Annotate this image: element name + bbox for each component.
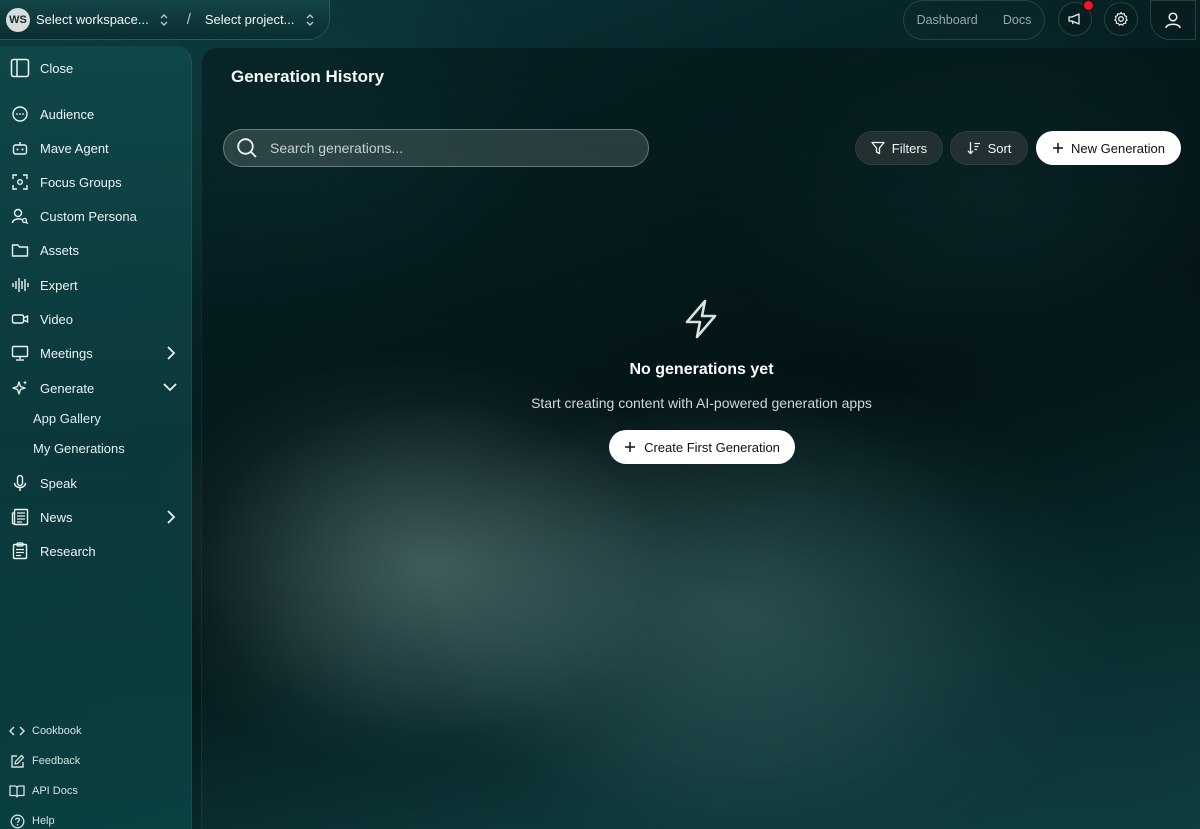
sidebar-item-label: Video xyxy=(40,311,74,327)
footer-link-feedback[interactable]: Feedback xyxy=(8,751,80,771)
sidebar-item-assets[interactable]: Assets xyxy=(10,237,182,263)
sidebar-item-label: Generate xyxy=(40,380,95,396)
chevron-down-icon[interactable] xyxy=(162,380,178,394)
edit-icon xyxy=(8,754,26,769)
sidebar-subitem-my-generations[interactable]: My Generations xyxy=(33,441,125,456)
workspace-avatar[interactable]: WS xyxy=(6,7,30,32)
sort-label: Sort xyxy=(987,140,1012,156)
sidebar-subitem-app-gallery[interactable]: App Gallery xyxy=(33,411,101,426)
search-icon xyxy=(236,137,258,159)
workspace-select[interactable]: Select workspace... xyxy=(36,12,149,27)
sidebar-item-generate[interactable]: Generate xyxy=(10,375,182,401)
focus-icon xyxy=(10,172,30,192)
plus-icon xyxy=(1052,142,1064,154)
main-panel: Generation History Filters Sort New Gene… xyxy=(201,48,1200,829)
sidebar-panel-icon xyxy=(10,58,30,78)
chat-bubble-icon xyxy=(10,104,30,124)
person-search-icon xyxy=(10,206,30,226)
folder-icon xyxy=(10,240,30,260)
nav-dashboard-link[interactable]: Dashboard xyxy=(917,13,978,27)
filters-button[interactable]: Filters xyxy=(855,131,943,165)
newspaper-icon xyxy=(10,507,30,527)
announcements-button[interactable] xyxy=(1058,0,1094,36)
user-menu-button[interactable] xyxy=(1150,0,1196,40)
empty-state-title: No generations yet xyxy=(629,361,774,378)
filters-label: Filters xyxy=(891,140,928,156)
empty-state-subtitle: Start creating content with AI-powered g… xyxy=(531,395,872,411)
sidebar-item-label: Assets xyxy=(40,242,80,258)
sidebar-item-mave-agent[interactable]: Mave Agent xyxy=(10,135,182,161)
waveform-icon xyxy=(10,275,30,295)
new-generation-button[interactable]: New Generation xyxy=(1036,131,1181,165)
search-bar xyxy=(223,129,649,167)
sidebar-item-audience[interactable]: Audience xyxy=(10,101,182,127)
sidebar-item-label: Speak xyxy=(40,475,77,491)
sidebar-item-label: Audience xyxy=(40,106,95,122)
code-icon xyxy=(8,725,26,737)
nav-docs-link[interactable]: Docs xyxy=(1003,13,1031,27)
search-input[interactable] xyxy=(270,140,630,156)
footer-link-label: Cookbook xyxy=(32,725,82,737)
sidebar-item-custom-persona[interactable]: Custom Persona xyxy=(10,203,182,229)
gear-icon xyxy=(1113,11,1129,27)
sidebar-item-label: Focus Groups xyxy=(40,174,122,190)
create-first-generation-button[interactable]: Create First Generation xyxy=(609,430,795,464)
create-first-generation-label: Create First Generation xyxy=(644,439,780,455)
sidebar-item-news[interactable]: News xyxy=(10,504,182,530)
sidebar: Close Audience Mave Agent Focus Groups C… xyxy=(0,46,192,829)
video-icon xyxy=(10,309,30,329)
presentation-icon xyxy=(10,343,30,363)
sidebar-item-label: Custom Persona xyxy=(40,208,137,224)
sidebar-item-label: Meetings xyxy=(40,345,93,361)
footer-link-cookbook[interactable]: Cookbook xyxy=(8,721,82,741)
footer-link-label: Help xyxy=(32,815,55,827)
footer-link-label: Feedback xyxy=(32,755,81,767)
top-nav: Dashboard Docs xyxy=(903,0,1045,40)
filter-icon xyxy=(871,141,885,155)
sidebar-item-expert[interactable]: Expert xyxy=(10,272,182,298)
footer-link-help[interactable]: Help xyxy=(8,811,55,829)
sort-button[interactable]: Sort xyxy=(950,131,1028,165)
workspace-chevron-updown-icon[interactable] xyxy=(159,13,169,27)
lightning-icon xyxy=(680,298,722,340)
plus-icon xyxy=(624,441,636,453)
footer-link-label: API Docs xyxy=(32,785,78,797)
microphone-icon xyxy=(10,473,30,493)
clipboard-icon xyxy=(10,541,30,561)
footer-link-api-docs[interactable]: API Docs xyxy=(8,781,78,801)
sidebar-close-label: Close xyxy=(40,60,74,76)
settings-button[interactable] xyxy=(1104,2,1138,36)
notification-dot xyxy=(1083,0,1094,11)
project-select[interactable]: Select project... xyxy=(205,12,295,27)
sidebar-item-speak[interactable]: Speak xyxy=(10,470,182,496)
new-generation-label: New Generation xyxy=(1071,140,1165,156)
page-title: Generation History xyxy=(231,67,385,86)
sidebar-item-video[interactable]: Video xyxy=(10,306,182,332)
user-icon xyxy=(1163,10,1183,30)
chevron-right-icon[interactable] xyxy=(164,509,178,525)
chevron-right-icon[interactable] xyxy=(164,345,178,361)
megaphone-icon xyxy=(1067,11,1083,27)
book-icon xyxy=(8,784,26,798)
top-bar: WS Select workspace... / Select project.… xyxy=(0,0,1200,44)
project-chevron-updown-icon[interactable] xyxy=(305,13,315,27)
sidebar-item-label: News xyxy=(40,509,73,525)
sidebar-item-meetings[interactable]: Meetings xyxy=(10,340,182,366)
sidebar-item-label: Expert xyxy=(40,277,78,293)
sidebar-item-label: Research xyxy=(40,543,96,559)
sidebar-close-button[interactable]: Close xyxy=(10,55,182,81)
help-circle-icon xyxy=(8,814,26,829)
workspace-project-selector: WS Select workspace... / Select project.… xyxy=(0,0,330,40)
sidebar-item-research[interactable]: Research xyxy=(10,538,182,564)
robot-icon xyxy=(10,138,30,158)
sort-icon xyxy=(967,141,981,155)
sidebar-item-label: Mave Agent xyxy=(40,140,109,156)
sparkles-icon xyxy=(10,378,30,398)
sidebar-item-focus-groups[interactable]: Focus Groups xyxy=(10,169,182,195)
breadcrumb-separator: / xyxy=(186,11,191,28)
